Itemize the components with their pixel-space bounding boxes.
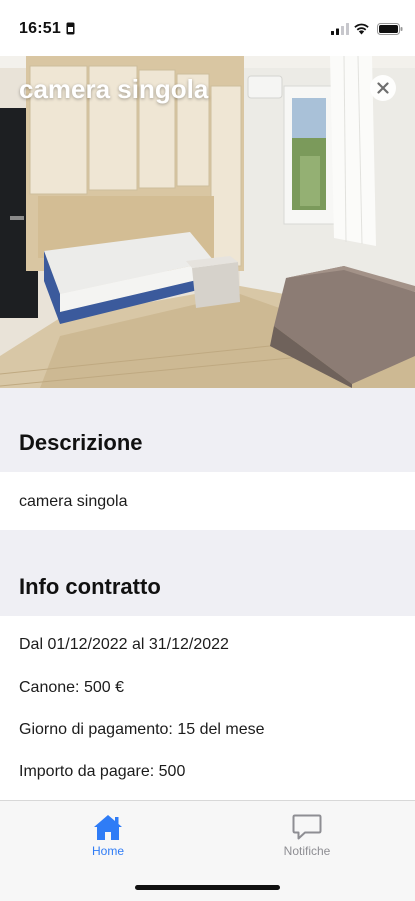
status-time: 16:51 (19, 20, 61, 37)
info-contratto-body: Dal 01/12/2022 al 31/12/2022 Canone: 500… (0, 616, 415, 800)
tab-notifiche[interactable]: Notifiche (247, 809, 367, 865)
contract-rent: Canone: 500 € (19, 679, 124, 696)
info-contratto-header: Info contratto (0, 530, 415, 616)
home-icon (94, 815, 122, 840)
tab-home-label: Home (91, 844, 124, 858)
info-contratto-heading: Info contratto (19, 574, 161, 599)
descrizione-text: camera singola (19, 493, 128, 510)
tab-home[interactable]: Home (48, 809, 168, 865)
contract-payment-day: Giorno di pagamento: 15 del mese (19, 721, 265, 738)
home-indicator (135, 885, 280, 890)
tab-notifiche-label: Notifiche (283, 844, 331, 858)
descrizione-body: camera singola (0, 472, 415, 530)
signal-icon (331, 23, 349, 35)
room-photo: camera singola (0, 56, 415, 388)
contract-amount-due: Importo da pagare: 500 (19, 763, 186, 780)
wifi-icon (354, 23, 369, 35)
status-bar: 16:51 (0, 0, 415, 56)
sim-card-icon (66, 22, 75, 35)
contract-period: Dal 01/12/2022 al 31/12/2022 (19, 636, 229, 653)
room-photo-image (0, 56, 415, 388)
hero-title: camera singola (19, 74, 209, 104)
close-button[interactable] (370, 75, 396, 101)
descrizione-heading: Descrizione (19, 430, 143, 455)
descrizione-header: Descrizione (0, 388, 415, 472)
battery-icon (377, 23, 403, 35)
close-icon (377, 82, 389, 94)
chat-bubble-icon (292, 814, 322, 840)
